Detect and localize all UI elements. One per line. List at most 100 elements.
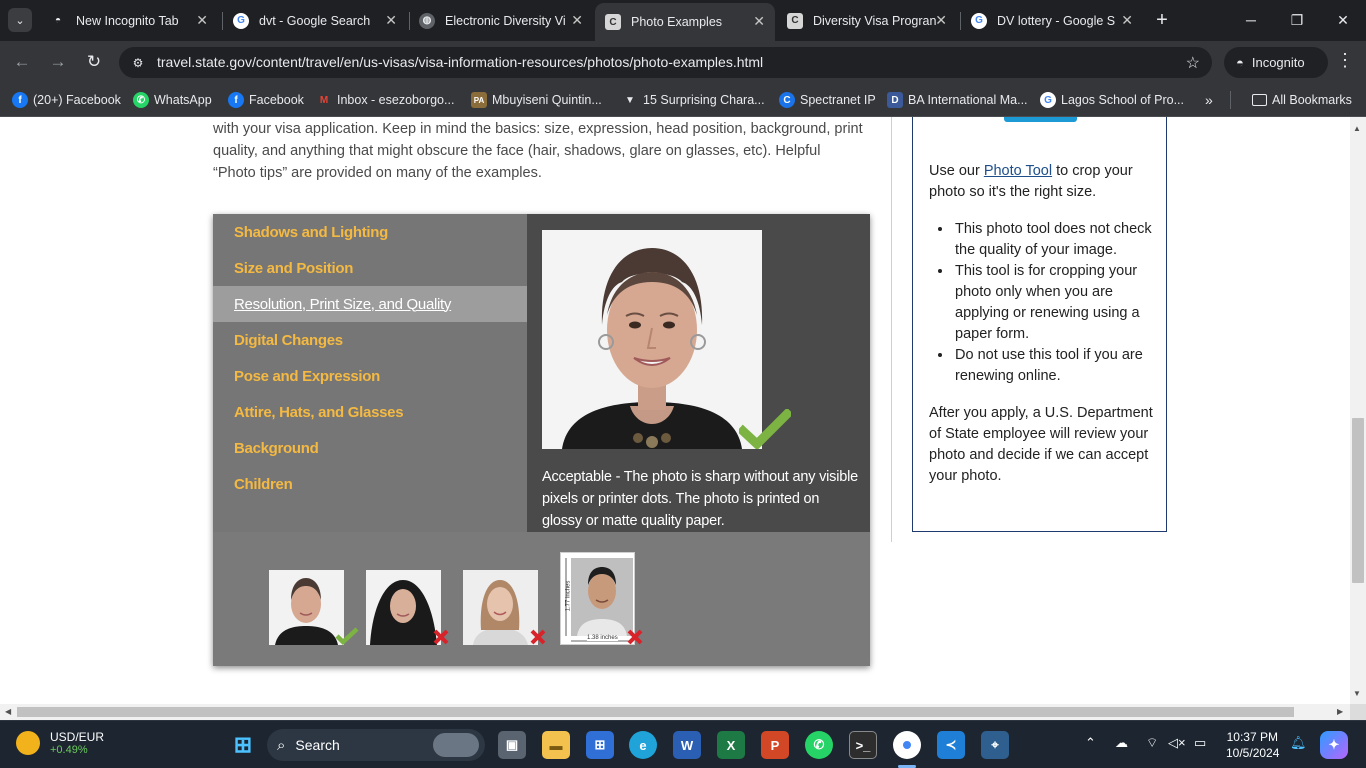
category-background[interactable]: Background [213, 430, 527, 466]
tab-new-incognito[interactable]: ◓ New Incognito Tab ✕ [40, 6, 218, 35]
scroll-right-arrow-icon[interactable]: ▶ [1337, 707, 1343, 716]
forward-button[interactable]: → [46, 50, 70, 74]
vertical-scroll-thumb[interactable] [1352, 418, 1364, 583]
scroll-down-arrow-icon[interactable]: ▼ [1353, 689, 1361, 698]
minimize-button[interactable]: ─ [1228, 6, 1274, 34]
bookmark-item[interactable]: f (20+) Facebook [12, 91, 121, 109]
vscode-icon[interactable]: ≺ [937, 731, 965, 759]
bookmark-item[interactable]: f Facebook [228, 91, 304, 109]
scroll-up-arrow-icon[interactable]: ▲ [1353, 124, 1361, 133]
thumbnail-strip: 1.38 inches 1.77 inches [213, 532, 870, 666]
close-icon[interactable]: ✕ [385, 12, 397, 29]
check-icon [335, 627, 359, 645]
category-attire-hats-glasses[interactable]: Attire, Hats, and Glasses [213, 394, 527, 430]
excel-icon[interactable]: X [717, 731, 745, 759]
reload-button[interactable]: ↻ [82, 50, 106, 74]
address-bar[interactable]: ⚙ travel.state.gov/content/travel/en/us-… [119, 47, 1212, 78]
close-icon[interactable]: ✕ [935, 12, 947, 29]
thumbnail-portrait [269, 570, 344, 645]
bookmark-item[interactable]: C Spectranet IP [779, 91, 876, 109]
portrait-illustration [542, 230, 762, 449]
restore-button[interactable]: ❐ [1274, 6, 1320, 34]
terminal-icon[interactable]: >_ [849, 731, 877, 759]
category-resolution-quality[interactable]: Resolution, Print Size, and Quality [213, 286, 527, 322]
tray-overflow-icon[interactable]: ⌃ [1085, 735, 1096, 751]
intro-paragraph: with your visa application. Keep in mind… [213, 121, 863, 181]
tab-diversity-visa[interactable]: C Diversity Visa Progran ✕ [777, 6, 957, 35]
bookmark-item[interactable]: M Inbox - esezoborgo... [316, 91, 455, 109]
battery-icon[interactable]: ▭ [1194, 735, 1206, 751]
edge-icon[interactable]: e [629, 731, 657, 759]
gmail-icon: M [319, 94, 329, 106]
bookmark-star-icon[interactable]: ☆ [1186, 53, 1200, 73]
url-text[interactable]: travel.state.gov/content/travel/en/us-vi… [157, 54, 763, 70]
incognito-profile-button[interactable]: ◓ Incognito [1224, 47, 1328, 78]
windows-start-icon[interactable]: ⊞ [229, 731, 257, 759]
category-digital-changes[interactable]: Digital Changes [213, 322, 527, 358]
whatsapp-icon[interactable]: ✆ [805, 731, 833, 759]
close-icon[interactable]: ✕ [1121, 12, 1133, 29]
file-explorer-icon[interactable]: ▬ [542, 731, 570, 759]
width-dimension-label: 1.38 inches [587, 635, 618, 641]
close-icon[interactable]: ✕ [196, 12, 208, 29]
new-tab-button[interactable]: + [1150, 8, 1174, 32]
example-caption: Acceptable - The photo is sharp without … [542, 469, 858, 529]
tab-dv-lottery[interactable]: G DV lottery - Google S ✕ [961, 6, 1143, 35]
copilot-icon[interactable]: ✦ [1320, 731, 1348, 759]
bookmark-item[interactable]: ✆ WhatsApp [133, 91, 212, 109]
store-icon[interactable]: ⊞ [586, 731, 614, 759]
thumbnail-woman-hijab[interactable] [366, 570, 441, 645]
scrollbar-corner [1350, 704, 1366, 720]
powerpoint-icon[interactable]: P [761, 731, 789, 759]
category-pose-expression[interactable]: Pose and Expression [213, 358, 527, 394]
chrome-icon[interactable] [893, 731, 921, 759]
close-icon[interactable]: ✕ [753, 13, 765, 30]
thumbnail-man-measurements[interactable]: 1.38 inches 1.77 inches [560, 552, 635, 645]
category-size-position[interactable]: Size and Position [213, 250, 527, 286]
word-icon[interactable]: W [673, 731, 701, 759]
ticker-symbol: USD/EUR [50, 730, 105, 744]
bookmark-item[interactable]: PA Mbuyiseni Quintin... [471, 91, 602, 109]
x-mark-icon [627, 629, 643, 645]
thumbnail-woman-gray-hair[interactable] [269, 570, 344, 645]
taskbar-search[interactable]: ⌕ Search [267, 729, 485, 761]
bookmark-item[interactable]: ▼ 15 Surprising Chara... [622, 91, 765, 109]
column-divider [891, 117, 892, 542]
site-info-icon[interactable]: ⚙ [129, 54, 147, 72]
wifi-icon[interactable]: ⌔ [1146, 735, 1158, 751]
vertical-scrollbar[interactable]: ▲ ▼ [1350, 117, 1366, 704]
all-bookmarks-button[interactable]: All Bookmarks [1252, 91, 1352, 109]
task-view-icon[interactable]: ▣ [498, 731, 526, 759]
google-icon: G [971, 12, 987, 29]
tab-dvt-search[interactable]: G dvt - Google Search ✕ [223, 6, 407, 35]
photo-tool-link[interactable]: Photo Tool [984, 163, 1052, 179]
market-widget[interactable]: USD/EUR +0.49% [16, 730, 104, 756]
close-icon[interactable]: ✕ [571, 12, 583, 29]
cloud-offline-icon[interactable]: ☁ [1115, 735, 1128, 751]
thumbnail-young-woman[interactable] [463, 570, 538, 645]
category-children[interactable]: Children [213, 466, 527, 502]
close-window-button[interactable]: ✕ [1320, 6, 1366, 34]
horizontal-scroll-thumb[interactable] [17, 707, 1294, 717]
back-button[interactable]: ← [10, 50, 34, 74]
bookmark-item[interactable]: D BA International Ma... [887, 91, 1028, 109]
tab-search-button[interactable]: ⌄ [8, 8, 32, 32]
bookmark-item[interactable]: G Lagos School of Pro... [1040, 91, 1184, 109]
network-tool-icon[interactable]: ⌖ [981, 731, 1009, 759]
notification-bell-icon[interactable]: 🔔︎ [1290, 735, 1307, 751]
volume-muted-icon[interactable]: ◁× [1168, 735, 1186, 751]
tab-electronic-dv[interactable]: ◍ Electronic Diversity Vi ✕ [409, 6, 593, 35]
more-bookmarks-chevron-icon[interactable]: » [1205, 91, 1213, 109]
menu-icon[interactable]: ⋮ [1336, 50, 1354, 71]
google-icon: G [233, 12, 249, 29]
category-shadows-lighting[interactable]: Shadows and Lighting [213, 214, 527, 250]
ticker-change: +0.49% [50, 744, 88, 756]
height-dimension-label: 1.77 inches [565, 580, 572, 612]
tab-photo-examples[interactable]: C Photo Examples ✕ [595, 3, 775, 41]
system-clock[interactable]: 10:37 PM 10/5/2024 [1226, 729, 1279, 761]
pa-icon: PA [471, 92, 487, 108]
sidebar-button-edge[interactable] [1004, 117, 1077, 122]
horizontal-scrollbar[interactable]: ◀ ▶ [0, 704, 1350, 720]
pin-icon: ▼ [625, 94, 635, 106]
scroll-left-arrow-icon[interactable]: ◀ [5, 707, 11, 716]
